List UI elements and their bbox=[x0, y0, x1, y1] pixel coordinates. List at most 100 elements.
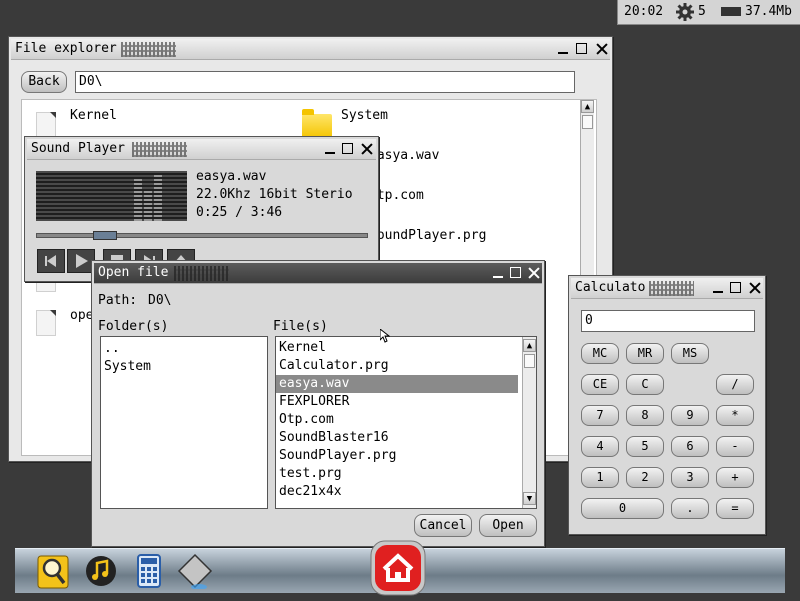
digit-5-button[interactable]: 5 bbox=[626, 436, 664, 457]
file-explorer-icon bbox=[37, 555, 69, 589]
gear-icon bbox=[676, 3, 694, 21]
file-item-label[interactable]: easya.wav bbox=[369, 148, 439, 163]
folder-icon bbox=[302, 109, 332, 138]
file-item-label[interactable]: ope bbox=[70, 308, 93, 323]
calculator-icon bbox=[137, 554, 161, 588]
minimize-icon[interactable] bbox=[711, 281, 725, 295]
list-item[interactable]: FEXPLORER bbox=[276, 393, 536, 411]
taskbar-calculator[interactable] bbox=[131, 553, 167, 589]
taskbar-sound-player[interactable] bbox=[83, 553, 119, 589]
add-button[interactable]: + bbox=[716, 467, 754, 488]
status-bar: 20:02 5 37.4Mb bbox=[617, 0, 800, 25]
clear-button[interactable]: C bbox=[626, 374, 664, 395]
titlebar-texture bbox=[121, 42, 176, 57]
taskbar bbox=[15, 540, 785, 596]
list-item[interactable]: SoundBlaster16 bbox=[276, 429, 536, 447]
back-button[interactable]: Back bbox=[21, 71, 67, 93]
maximize-icon[interactable] bbox=[729, 281, 743, 295]
music-icon bbox=[86, 556, 116, 586]
mouse-cursor-icon bbox=[380, 329, 390, 343]
multiply-button[interactable]: * bbox=[716, 405, 754, 426]
taskbar-file-explorer[interactable] bbox=[35, 553, 71, 589]
track-format: 22.0Khz 16bit Sterio bbox=[196, 187, 353, 202]
cpu-count: 5 bbox=[698, 4, 706, 19]
minimize-icon[interactable] bbox=[556, 42, 570, 56]
list-item[interactable]: Otp.com bbox=[276, 411, 536, 429]
digit-2-button[interactable]: 2 bbox=[626, 467, 664, 488]
scroll-thumb[interactable] bbox=[582, 115, 593, 129]
list-item[interactable]: Calculator.prg bbox=[276, 357, 536, 375]
close-icon[interactable] bbox=[748, 281, 762, 295]
digit-0-button[interactable]: 0 bbox=[581, 498, 664, 519]
digit-4-button[interactable]: 4 bbox=[581, 436, 619, 457]
scroll-up-icon[interactable]: ▲ bbox=[581, 100, 594, 113]
calculator-display[interactable]: 0 bbox=[581, 310, 755, 332]
mr-button[interactable]: MR bbox=[626, 343, 664, 364]
files-label: File(s) bbox=[273, 319, 328, 334]
close-icon[interactable] bbox=[527, 266, 541, 280]
folder-item[interactable]: .. bbox=[101, 340, 267, 358]
seek-slider-thumb[interactable] bbox=[93, 231, 117, 240]
close-icon[interactable] bbox=[595, 42, 609, 56]
memory-icon bbox=[721, 7, 741, 19]
file-list[interactable]: Kernel Calculator.prg easya.wav FEXPLORE… bbox=[275, 336, 537, 509]
maximize-icon[interactable] bbox=[341, 142, 355, 156]
file-item-label[interactable]: SoundPlayer.prg bbox=[369, 228, 486, 243]
path-input[interactable]: D0\ bbox=[75, 71, 575, 93]
ms-button[interactable]: MS bbox=[671, 343, 709, 364]
taskbar-diamond-app[interactable] bbox=[177, 553, 213, 590]
folder-item-label[interactable]: System bbox=[341, 108, 388, 123]
scrollbar[interactable]: ▲ ▼ bbox=[522, 337, 536, 508]
list-item[interactable]: test.prg bbox=[276, 465, 536, 483]
track-filename: easya.wav bbox=[196, 169, 267, 184]
list-item[interactable]: dec21x4x bbox=[276, 483, 536, 501]
digit-9-button[interactable]: 9 bbox=[671, 405, 709, 426]
scroll-thumb[interactable] bbox=[524, 354, 535, 368]
memory-usage: 37.4Mb bbox=[745, 4, 792, 19]
minimize-icon[interactable] bbox=[491, 266, 505, 280]
digit-1-button[interactable]: 1 bbox=[581, 467, 619, 488]
calculator-window: Calculato 0 MC MR MS CE C / 7 8 9 * 4 5 … bbox=[568, 275, 766, 535]
subtract-button[interactable]: - bbox=[716, 436, 754, 457]
divide-button[interactable]: / bbox=[716, 374, 754, 395]
minimize-icon[interactable] bbox=[323, 142, 337, 156]
seek-slider[interactable] bbox=[36, 231, 368, 240]
equals-button[interactable]: = bbox=[716, 498, 754, 519]
path-label: Path: bbox=[98, 293, 138, 308]
list-item[interactable]: Kernel bbox=[276, 339, 536, 357]
file-item-label[interactable]: Kernel bbox=[70, 108, 117, 123]
maximize-icon[interactable] bbox=[509, 266, 523, 280]
calculator-titlebar[interactable]: Calculato bbox=[571, 278, 763, 299]
file-explorer-titlebar[interactable]: File explorer bbox=[11, 39, 610, 60]
sound-player-titlebar[interactable]: Sound Player bbox=[27, 139, 376, 160]
digit-7-button[interactable]: 7 bbox=[581, 405, 619, 426]
open-button[interactable]: Open bbox=[479, 514, 537, 537]
mc-button[interactable]: MC bbox=[581, 343, 619, 364]
file-icon bbox=[36, 112, 56, 138]
spectrum-visualizer bbox=[36, 171, 187, 221]
maximize-icon[interactable] bbox=[575, 42, 589, 56]
file-icon bbox=[36, 310, 56, 336]
window-title: Calculato bbox=[575, 280, 646, 295]
folder-item[interactable]: System bbox=[101, 358, 267, 376]
folder-list[interactable]: .. System bbox=[100, 336, 268, 509]
path-value: D0\ bbox=[148, 293, 172, 308]
previous-button[interactable] bbox=[37, 249, 65, 273]
scroll-down-icon[interactable]: ▼ bbox=[523, 492, 536, 505]
scroll-up-icon[interactable]: ▲ bbox=[523, 339, 536, 352]
cancel-button[interactable]: Cancel bbox=[414, 514, 472, 537]
titlebar-texture bbox=[132, 142, 187, 157]
clock: 20:02 bbox=[624, 4, 664, 19]
close-icon[interactable] bbox=[360, 142, 374, 156]
digit-6-button[interactable]: 6 bbox=[671, 436, 709, 457]
home-button[interactable] bbox=[369, 539, 427, 597]
digit-3-button[interactable]: 3 bbox=[671, 467, 709, 488]
list-item[interactable]: SoundPlayer.prg bbox=[276, 447, 536, 465]
decimal-button[interactable]: . bbox=[671, 498, 709, 519]
open-file-titlebar[interactable]: Open file bbox=[94, 263, 542, 284]
ce-button[interactable]: CE bbox=[581, 374, 619, 395]
window-title: Open file bbox=[98, 265, 169, 280]
list-item-selected[interactable]: easya.wav bbox=[276, 375, 518, 393]
window-title: Sound Player bbox=[31, 141, 125, 156]
digit-8-button[interactable]: 8 bbox=[626, 405, 664, 426]
